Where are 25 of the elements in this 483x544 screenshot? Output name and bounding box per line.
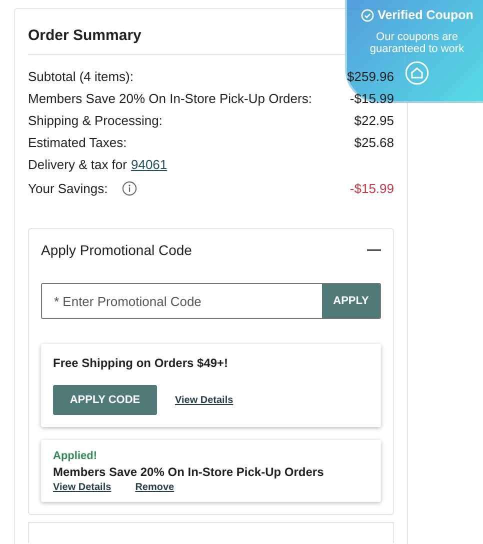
view-details-link[interactable]: View Details xyxy=(53,482,112,493)
badge-title: Verified Coupon xyxy=(378,8,474,22)
applied-status: Applied! xyxy=(53,450,98,462)
remove-link[interactable]: Remove xyxy=(135,482,174,493)
view-details-link[interactable]: View Details xyxy=(175,394,234,406)
summary-value: $22.95 xyxy=(354,112,394,128)
coupon-title: Free Shipping on Orders $49+! xyxy=(53,356,230,370)
apply-code-button[interactable]: APPLY CODE xyxy=(53,385,157,415)
coupon-title: Members Save 20% On In-Store Pick-Up Orders xyxy=(53,465,325,479)
badge-text: Our coupons are guaranteed to work xyxy=(368,31,466,55)
savings-value: -$15.99 xyxy=(350,181,394,196)
zip-code-link[interactable]: 94061 xyxy=(130,156,168,172)
check-circle-icon xyxy=(360,8,374,22)
summary-label: Members Save 20% On In-Store Pick-Up Orders: xyxy=(28,90,312,106)
info-icon[interactable] xyxy=(122,181,137,196)
summary-label: Subtotal (4 items): xyxy=(28,68,134,84)
summary-label: Your Savings: xyxy=(28,181,108,196)
apply-button[interactable]: APPLY xyxy=(322,284,380,318)
section-title: Apply Promotional Code xyxy=(41,242,192,258)
promo-code-field[interactable]: * Enter Promotional Code APPLY xyxy=(41,283,381,319)
summary-value: $25.68 xyxy=(354,134,394,150)
summary-value: $259.96 xyxy=(347,68,394,84)
summary-label: Shipping & Processing: xyxy=(28,112,162,128)
summary-label: Estimated Taxes: xyxy=(28,134,127,150)
summary-label: Delivery & tax for xyxy=(28,156,127,172)
